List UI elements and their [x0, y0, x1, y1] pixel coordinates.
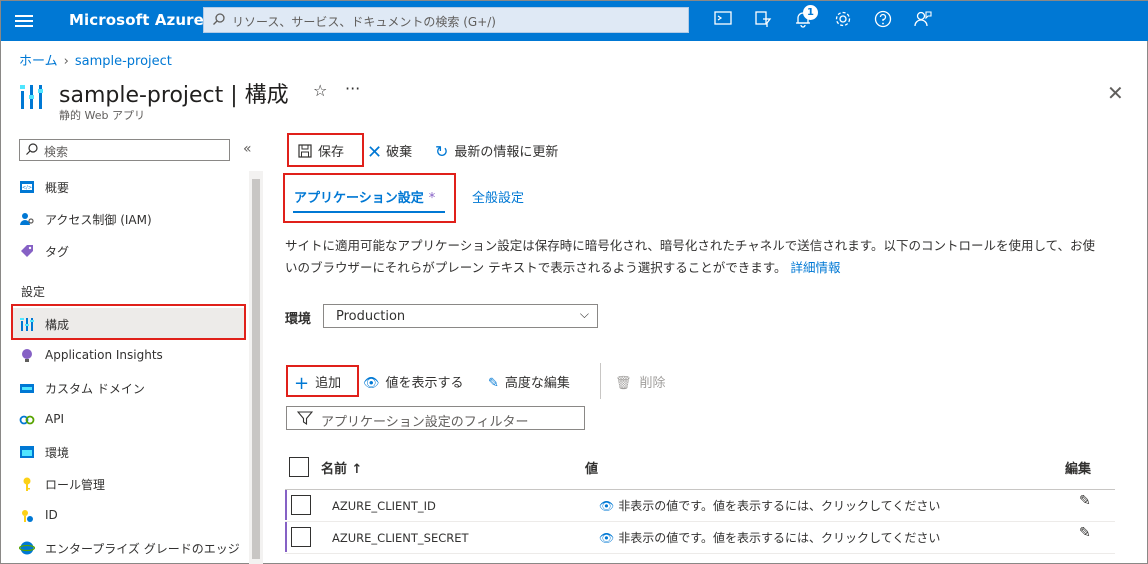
- sidebar-section-settings: 設定: [21, 285, 46, 299]
- advanced-edit-button[interactable]: ✎ 高度な編集: [488, 372, 570, 391]
- search-icon: [26, 143, 38, 155]
- sidebar-item-role-management[interactable]: ロール管理: [11, 468, 245, 500]
- filter-input[interactable]: アプリケーション設定のフィルター: [286, 406, 585, 430]
- eye-icon: 👁: [599, 531, 615, 545]
- environment-dropdown[interactable]: Production ⌵: [323, 304, 598, 328]
- description-text: サイトに適用可能なアプリケーション設定は保存時に暗号化され、暗号化されたチャネル…: [285, 238, 1096, 275]
- sidebar-search-placeholder: 検索: [44, 145, 69, 159]
- select-all-checkbox[interactable]: [289, 457, 309, 477]
- refresh-button[interactable]: ↻ 最新の情報に更新: [435, 141, 558, 161]
- row-divider: [285, 553, 1115, 554]
- globe-icon: [19, 541, 35, 555]
- save-highlight-box: [287, 133, 364, 167]
- collapse-sidebar-icon[interactable]: «: [243, 141, 252, 157]
- feedback-icon[interactable]: [912, 10, 934, 32]
- sidebar-item-overview[interactable]: </> 概要: [11, 171, 245, 203]
- table-header-divider: [285, 489, 1115, 490]
- environment-label: 環境: [285, 312, 312, 327]
- api-icon: [19, 415, 35, 425]
- filter-icon: [297, 411, 313, 426]
- breadcrumb-current[interactable]: sample-project: [75, 54, 172, 69]
- search-icon: [213, 13, 225, 25]
- column-header-value: 値: [585, 462, 599, 477]
- delete-button[interactable]: 🗑 削除: [615, 372, 666, 391]
- row-checkbox[interactable]: [291, 495, 311, 515]
- cloud-shell-icon[interactable]: [712, 10, 734, 32]
- sidebar-item-api[interactable]: API: [11, 404, 245, 436]
- table-row-name[interactable]: AZURE_CLIENT_SECRET: [332, 531, 469, 545]
- configuration-icon: [20, 85, 43, 109]
- table-row-value[interactable]: 👁 非表示の値です。値を表示するには、クリックしてください: [599, 529, 940, 546]
- table-row-name[interactable]: AZURE_CLIENT_ID: [332, 499, 436, 513]
- sidebar-scrollbar[interactable]: [249, 171, 263, 564]
- learn-more-link[interactable]: 詳細情報: [790, 260, 840, 275]
- sidebar-item-custom-domain[interactable]: カスタム ドメイン: [11, 372, 245, 404]
- configuration-highlight-box: [11, 304, 246, 340]
- pencil-icon: ✎: [488, 376, 499, 391]
- row-checkbox[interactable]: [291, 527, 311, 547]
- more-options-icon[interactable]: ···: [345, 79, 360, 98]
- directory-filter-icon[interactable]: [752, 10, 774, 32]
- hamburger-menu-icon[interactable]: [15, 12, 33, 30]
- sidebar-item-iam[interactable]: アクセス制御 (IAM): [11, 203, 245, 235]
- sidebar-item-enterprise-edge[interactable]: エンタープライズ グレードのエッジ: [11, 532, 245, 564]
- sidebar-scrollbar-thumb[interactable]: [252, 179, 260, 559]
- edit-row-pencil-icon[interactable]: ✎: [1079, 493, 1091, 509]
- global-search-placeholder: リソース、サービス、ドキュメントの検索 (G+/): [232, 15, 496, 29]
- access-control-icon: [20, 213, 34, 225]
- notification-badge: 1: [803, 5, 818, 20]
- favorite-star-icon[interactable]: ☆: [313, 81, 327, 100]
- breadcrumb-home[interactable]: ホーム: [19, 54, 58, 69]
- column-header-edit: 編集: [1065, 462, 1092, 477]
- close-icon[interactable]: ✕: [1107, 81, 1124, 105]
- breadcrumb-chevron-icon: ›: [63, 54, 69, 69]
- svg-text:</>: </>: [22, 185, 32, 191]
- column-header-name[interactable]: 名前 ↑: [321, 458, 362, 477]
- edit-row-pencil-icon[interactable]: ✎: [1079, 525, 1091, 541]
- table-row-value[interactable]: 👁 非表示の値です。値を表示するには、クリックしてください: [599, 497, 940, 514]
- tab-general-settings[interactable]: 全般設定: [472, 187, 524, 206]
- tab-highlight-box: [283, 173, 456, 223]
- tag-icon: [21, 245, 33, 257]
- sidebar-search-input[interactable]: 検索: [19, 139, 230, 161]
- overview-icon: </>: [20, 181, 34, 193]
- environment-icon: [20, 446, 34, 458]
- show-values-button[interactable]: 👁 値を表示する: [363, 372, 464, 391]
- brand-title[interactable]: Microsoft Azure: [69, 11, 204, 29]
- page-title: sample-project | 構成: [59, 83, 289, 108]
- toolbar-divider: [600, 363, 601, 399]
- eye-icon: 👁: [363, 376, 380, 391]
- sidebar-item-application-insights[interactable]: Application Insights: [11, 340, 245, 372]
- top-bar: Microsoft Azure リソース、サービス、ドキュメントの検索 (G+/…: [1, 1, 1148, 41]
- discard-x-icon: ✕: [367, 142, 383, 163]
- lightbulb-icon: [22, 349, 32, 362]
- add-highlight-box: [286, 365, 359, 397]
- key-icon: [23, 477, 31, 491]
- row-marker: [285, 522, 287, 552]
- chevron-down-icon: ⌵: [579, 307, 589, 321]
- eye-icon: 👁: [599, 499, 615, 513]
- gear-icon[interactable]: [832, 10, 854, 32]
- custom-domain-icon: [20, 384, 34, 393]
- sidebar-item-tags[interactable]: タグ: [11, 235, 245, 267]
- breadcrumb: ホーム › sample-project: [19, 50, 172, 69]
- help-icon[interactable]: [872, 10, 894, 32]
- sidebar-item-identity[interactable]: ID: [11, 500, 245, 532]
- page-subtitle: 静的 Web アプリ: [59, 109, 145, 122]
- global-search-input[interactable]: リソース、サービス、ドキュメントの検索 (G+/): [203, 7, 689, 33]
- refresh-icon: ↻: [435, 142, 449, 161]
- identity-icon: [22, 510, 33, 522]
- row-divider: [285, 521, 1115, 522]
- sidebar-item-environments[interactable]: 環境: [11, 436, 245, 468]
- trash-icon: 🗑: [615, 376, 632, 391]
- discard-button[interactable]: ✕ 破棄: [367, 141, 412, 163]
- row-marker: [285, 490, 287, 520]
